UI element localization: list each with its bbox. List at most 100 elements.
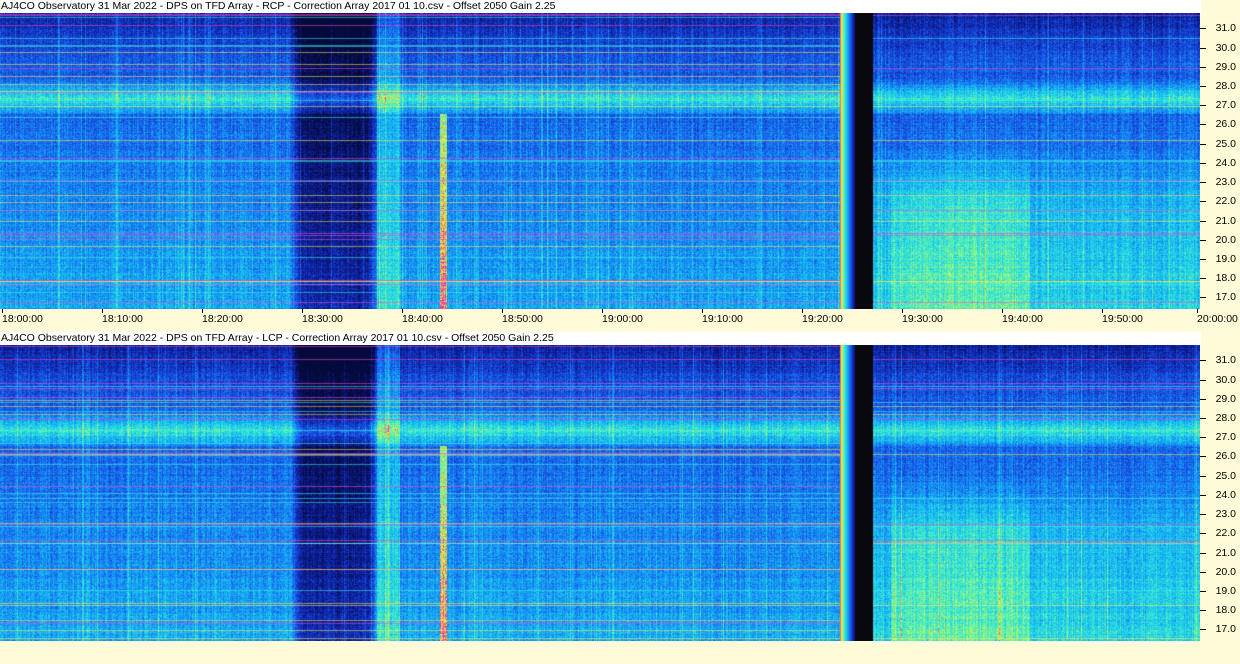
y-tick-text: 17.0 (1215, 623, 1236, 636)
y-tick-mark (1200, 239, 1206, 241)
y-tick-label: 24.0 (1200, 489, 1240, 501)
y-tick-text: 22.0 (1215, 527, 1236, 540)
y-tick-text: 31.0 (1215, 22, 1236, 35)
lcp-title: AJ4CO Observatory 31 Mar 2022 - DPS on T… (1, 332, 1201, 345)
y-tick-text: 17.0 (1215, 291, 1236, 304)
y-tick-mark (1200, 201, 1206, 203)
y-tick-mark (1200, 437, 1206, 439)
y-tick-text: 22.0 (1215, 195, 1236, 208)
x-tick-label: 19:00:00 (602, 309, 643, 325)
y-tick-label: 18.0 (1200, 604, 1240, 616)
lcp-spectrogram-canvas (0, 345, 1200, 641)
y-tick-label: 20.0 (1200, 566, 1240, 578)
y-tick-label: 31.0 (1200, 22, 1240, 34)
y-tick-mark (1200, 105, 1206, 107)
y-tick-label: 17.0 (1200, 291, 1240, 303)
y-tick-label: 19.0 (1200, 585, 1240, 597)
y-tick-label: 27.0 (1200, 99, 1240, 111)
x-tick-label: 18:20:00 (202, 309, 243, 325)
y-tick-text: 27.0 (1215, 431, 1236, 444)
y-tick-text: 26.0 (1215, 118, 1236, 131)
x-tick-mark (202, 309, 203, 313)
y-tick-text: 23.0 (1215, 176, 1236, 189)
x-tick-label: 19:10:00 (702, 309, 743, 325)
rcp-title: AJ4CO Observatory 31 Mar 2022 - DPS on T… (1, 0, 1201, 13)
x-tick-mark (1002, 309, 1003, 313)
x-tick-mark (602, 309, 603, 313)
x-tick-mark (902, 309, 903, 313)
time-axis: 18:00:00 18:10:00 18:20:00 18:30:00 18:40:00… (0, 309, 1240, 330)
y-tick-mark (1200, 533, 1206, 535)
y-tick-text: 23.0 (1215, 508, 1236, 521)
y-tick-text: 20.0 (1215, 233, 1236, 246)
y-tick-label: 31.0 (1200, 354, 1240, 366)
x-tick-label: 19:30:00 (902, 309, 943, 325)
y-tick-text: 29.0 (1215, 392, 1236, 405)
y-tick-mark (1200, 456, 1206, 458)
x-tick-label: 18:10:00 (102, 309, 143, 325)
y-tick-label: 29.0 (1200, 61, 1240, 73)
y-tick-mark (1200, 259, 1206, 261)
y-tick-label: 23.0 (1200, 508, 1240, 520)
y-tick-text: 24.0 (1215, 488, 1236, 501)
x-tick-mark (102, 309, 103, 313)
y-tick-mark (1200, 591, 1206, 593)
y-tick-mark (1200, 514, 1206, 516)
x-tick-mark (802, 309, 803, 313)
y-tick-text: 28.0 (1215, 412, 1236, 425)
y-tick-label: 23.0 (1200, 176, 1240, 188)
y-tick-text: 29.0 (1215, 60, 1236, 73)
y-tick-text: 27.0 (1215, 99, 1236, 112)
y-tick-text: 28.0 (1215, 80, 1236, 93)
y-tick-mark (1200, 297, 1206, 299)
y-tick-label: 20.0 (1200, 234, 1240, 246)
y-tick-mark (1200, 552, 1206, 554)
x-tick-label: 18:30:00 (302, 309, 343, 325)
y-tick-label: 30.0 (1200, 42, 1240, 54)
y-tick-label: 18.0 (1200, 272, 1240, 284)
y-tick-label: 27.0 (1200, 431, 1240, 443)
y-tick-mark (1200, 418, 1206, 420)
x-tick-mark (2, 309, 3, 313)
y-tick-text: 30.0 (1215, 41, 1236, 54)
y-tick-label: 19.0 (1200, 253, 1240, 265)
y-tick-text: 21.0 (1215, 214, 1236, 227)
y-tick-label: 22.0 (1200, 527, 1240, 539)
y-tick-mark (1200, 124, 1206, 126)
y-tick-label: 29.0 (1200, 393, 1240, 405)
y-tick-label: 21.0 (1200, 215, 1240, 227)
y-tick-label: 25.0 (1200, 138, 1240, 150)
y-tick-text: 19.0 (1215, 253, 1236, 266)
x-tick-label: 18:00:00 (2, 309, 43, 325)
rcp-frequency-axis: 31.0 30.0 29.0 28.0 27.0 26.0 25.0 24.0 23.0 22.0… (1200, 13, 1240, 309)
x-tick-label: 19:40:00 (1002, 309, 1043, 325)
y-tick-text: 26.0 (1215, 450, 1236, 463)
lcp-frequency-axis: 31.0 30.0 29.0 28.0 27.0 26.0 25.0 24.0 23.0 22.0… (1200, 345, 1240, 641)
x-tick-label: 19:20:00 (802, 309, 843, 325)
y-tick-mark (1200, 360, 1206, 362)
x-tick-mark (402, 309, 403, 313)
y-tick-label: 17.0 (1200, 623, 1240, 635)
y-tick-label: 24.0 (1200, 157, 1240, 169)
y-tick-mark (1200, 182, 1206, 184)
x-tick-mark (702, 309, 703, 313)
y-tick-text: 21.0 (1215, 546, 1236, 559)
y-tick-mark (1200, 143, 1206, 145)
y-tick-label: 28.0 (1200, 412, 1240, 424)
rcp-spectrogram-canvas (0, 13, 1200, 309)
x-tick-label: 18:40:00 (402, 309, 443, 325)
y-tick-mark (1200, 278, 1206, 280)
y-tick-text: 18.0 (1215, 604, 1236, 617)
x-tick-label: 18:50:00 (502, 309, 543, 325)
y-tick-label: 30.0 (1200, 374, 1240, 386)
y-tick-label: 28.0 (1200, 80, 1240, 92)
x-tick-mark (1102, 309, 1103, 313)
y-tick-label: 25.0 (1200, 470, 1240, 482)
y-tick-text: 31.0 (1215, 354, 1236, 367)
lcp-panel: AJ4CO Observatory 31 Mar 2022 - DPS on T… (0, 332, 1240, 664)
x-tick-mark (502, 309, 503, 313)
y-tick-mark (1200, 220, 1206, 222)
y-tick-mark (1200, 86, 1206, 88)
y-tick-mark (1200, 571, 1206, 573)
y-tick-mark (1200, 610, 1206, 612)
